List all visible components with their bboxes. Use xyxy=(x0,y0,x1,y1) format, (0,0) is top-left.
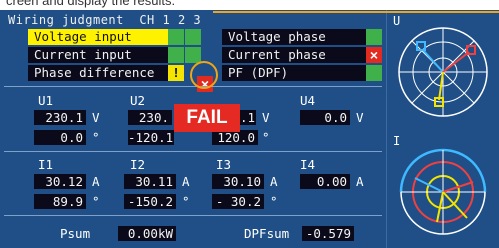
check-voltage-input[interactable]: Voltage input xyxy=(28,29,168,45)
i2-unit: A xyxy=(182,174,190,189)
dpfsum-label: DPFsum xyxy=(244,226,290,241)
u2-label: U2 xyxy=(130,93,146,108)
i4-label: I4 xyxy=(300,157,316,172)
i1-phase: 89.9 xyxy=(34,194,86,209)
check-phase-difference[interactable]: Phase difference xyxy=(28,65,168,81)
pass-indicator xyxy=(366,29,382,45)
pass-indicator xyxy=(366,65,382,81)
check-current-phase[interactable]: Current phase xyxy=(222,47,366,63)
u3-unit: V xyxy=(262,110,270,125)
u3-value: .1 xyxy=(240,110,256,125)
u1-value: 230.1 xyxy=(34,110,86,125)
u2-phase: -120.1 xyxy=(128,130,174,145)
i1-phase-unit: ° xyxy=(92,194,100,209)
psum-label: Psum xyxy=(60,226,91,241)
i1-label: I1 xyxy=(38,157,54,172)
warning-icon: ! xyxy=(168,65,184,81)
u1-phase: 0.0 xyxy=(34,130,86,145)
i3-phase: - 30.2 xyxy=(212,194,264,209)
u1-label: U1 xyxy=(38,93,54,108)
i1-value: 30.12 xyxy=(34,174,86,189)
u4-unit: V xyxy=(356,110,364,125)
pass-indicator xyxy=(185,47,201,63)
u3-phase: 120.0 xyxy=(212,130,258,145)
u4-label: U4 xyxy=(300,93,316,108)
i2-value: 30.11 xyxy=(124,174,176,189)
u3-phase-unit: ° xyxy=(262,130,270,145)
i4-value: 0.00 xyxy=(300,174,350,189)
i4-unit: A xyxy=(356,174,364,189)
fail-badge: FAIL xyxy=(174,104,240,132)
check-pf-dpf[interactable]: PF (DPF) xyxy=(222,65,366,81)
pass-indicator xyxy=(168,29,184,45)
callout-line xyxy=(213,11,499,13)
fail-x-icon: × xyxy=(366,47,382,63)
u1-unit: V xyxy=(92,110,100,125)
i3-unit: A xyxy=(270,174,278,189)
highlight-ring xyxy=(190,61,218,89)
i2-phase: -150.2 xyxy=(124,194,176,209)
u2-value: 230. xyxy=(128,110,172,125)
pass-indicator xyxy=(168,47,184,63)
title-text: Wiring judgment xyxy=(8,13,124,27)
i2-phase-unit: ° xyxy=(182,194,190,209)
page-title: Wiring judgment CH 1 2 3 xyxy=(8,13,201,27)
vector-i-label: I xyxy=(393,134,401,148)
i3-label: I3 xyxy=(216,157,232,172)
u4-value: 0.0 xyxy=(300,110,350,125)
channel-label: CH 1 2 3 xyxy=(139,13,202,27)
psum-value: 0.00kW xyxy=(118,226,176,241)
caption-text: creen and display the results. xyxy=(6,0,176,8)
divider xyxy=(4,86,382,87)
voltage-vector-diagram xyxy=(398,27,488,235)
divider xyxy=(4,215,382,216)
i3-value: 30.10 xyxy=(212,174,264,189)
check-current-input[interactable]: Current input xyxy=(28,47,168,63)
vector-panel: U I xyxy=(386,10,499,248)
i1-unit: A xyxy=(92,174,100,189)
divider xyxy=(4,151,382,152)
i3-phase-unit: ° xyxy=(270,194,278,209)
u1-phase-unit: ° xyxy=(92,130,100,145)
check-voltage-phase[interactable]: Voltage phase xyxy=(222,29,366,45)
wiring-judgment-screen: creen and display the results. Wiring ju… xyxy=(0,0,499,248)
pass-indicator xyxy=(185,29,201,45)
dpfsum-value: -0.579 xyxy=(302,226,354,241)
i2-label: I2 xyxy=(130,157,146,172)
